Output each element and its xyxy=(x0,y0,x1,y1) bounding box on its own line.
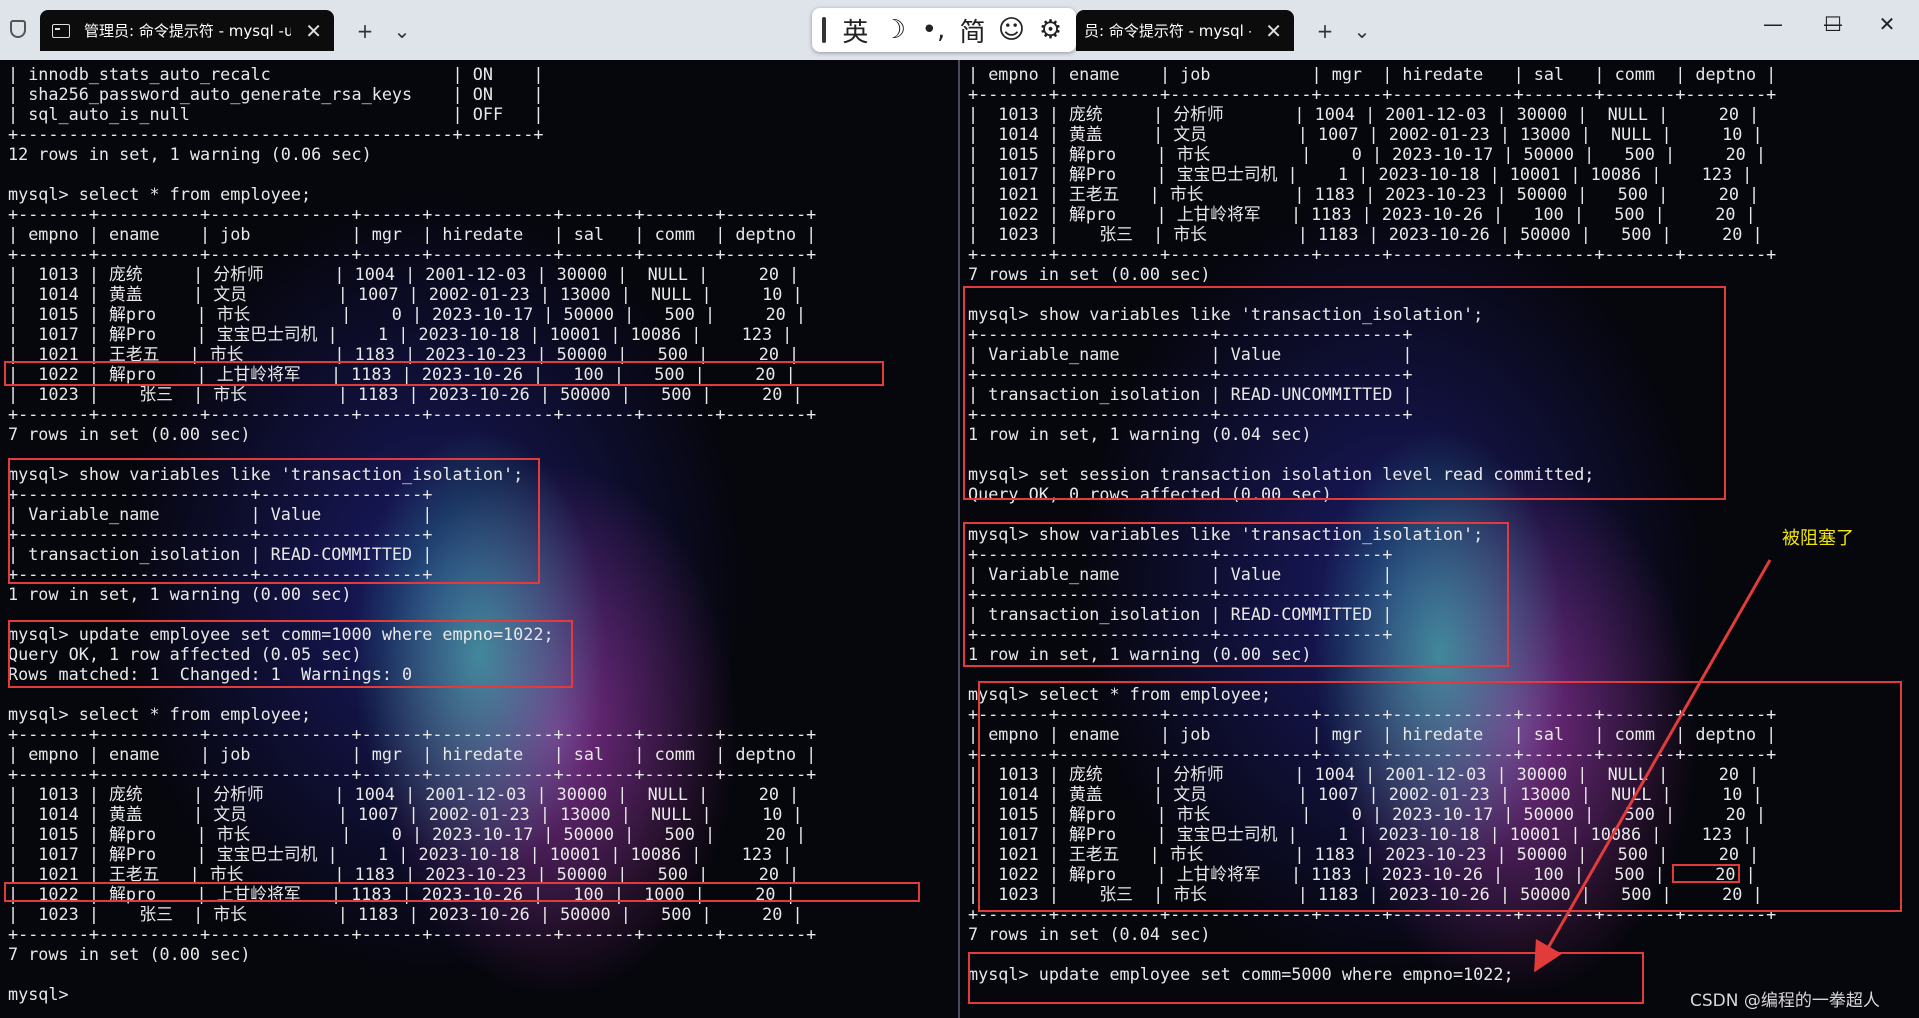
watermark: CSDN @编程的一拳超人 xyxy=(1690,991,1880,1011)
blocked-annotation: 被阻塞了 xyxy=(1782,528,1854,549)
arrow-icon xyxy=(1534,559,1772,973)
